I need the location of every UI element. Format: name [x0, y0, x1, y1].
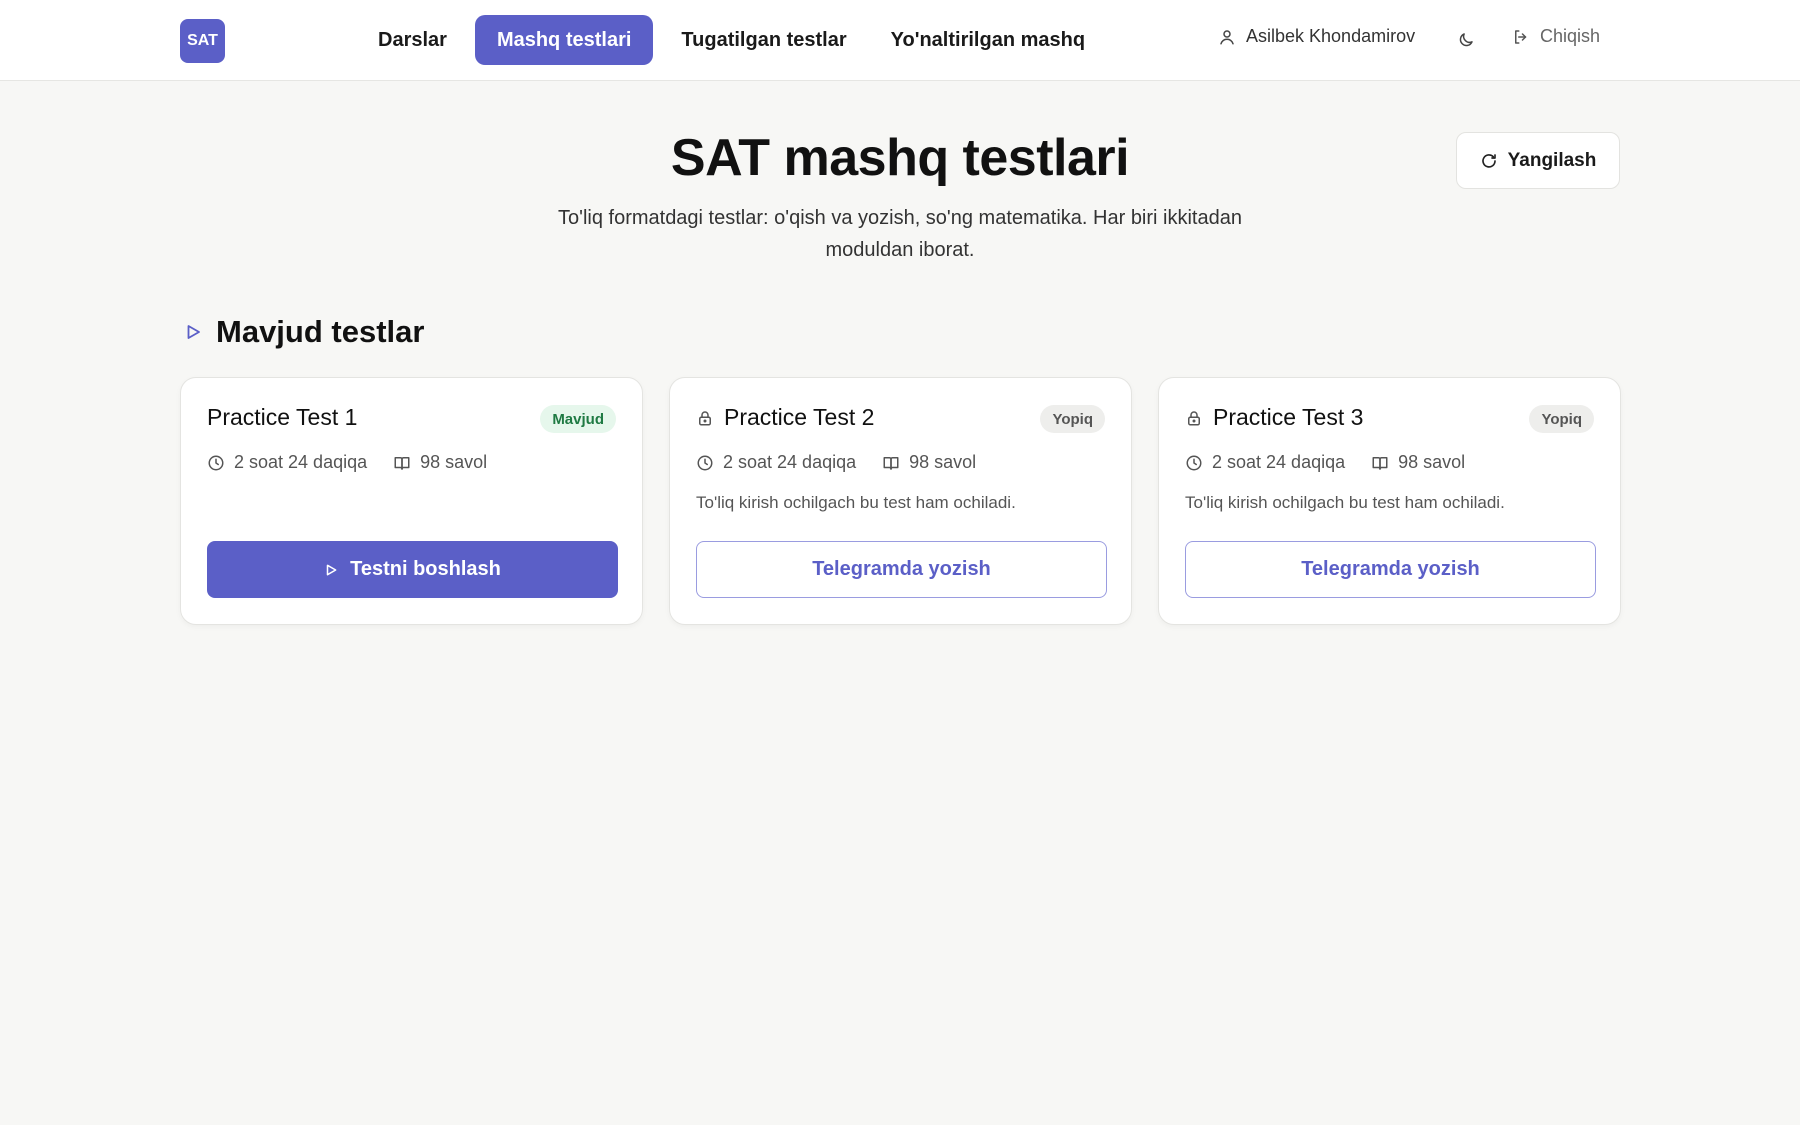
card-title-text: Practice Test 3 [1213, 404, 1364, 430]
card-title-text: Practice Test 1 [207, 404, 358, 430]
logout-label: Chiqish [1540, 26, 1601, 46]
card-meta: 2 soat 24 daqiqa 98 savol [207, 452, 487, 473]
play-icon [184, 323, 202, 341]
main-nav: Darslar Mashq testlari Tugatilgan testla… [356, 15, 1107, 65]
start-test-label: Testni boshlash [350, 558, 501, 580]
sat-logo[interactable]: SAT [180, 19, 225, 63]
test-cards: Practice Test 1 Mavjud 2 soat 24 daqiqa … [180, 377, 1621, 625]
duration: 2 soat 24 daqiqa [1185, 452, 1345, 473]
nav-item-mashq-testlari[interactable]: Mashq testlari [474, 15, 654, 65]
card-description: To'liq kirish ochilgach bu test ham ochi… [696, 493, 1016, 512]
card-title: Practice Test 2 [696, 404, 874, 431]
card-title-text: Practice Test 2 [724, 404, 875, 430]
logout-icon [1512, 28, 1530, 46]
question-count-text: 98 savol [909, 452, 977, 472]
user-name: Asilbek Khondamirov [1246, 26, 1416, 46]
lock-icon [696, 409, 714, 427]
question-count: 98 savol [882, 452, 976, 473]
top-navbar: SAT Darslar Mashq testlari Tugatilgan te… [0, 0, 1800, 81]
duration-text: 2 soat 24 daqiqa [723, 452, 857, 472]
card-meta: 2 soat 24 daqiqa 98 savol [696, 452, 976, 473]
duration: 2 soat 24 daqiqa [207, 452, 367, 473]
start-test-button[interactable]: Testni boshlash [207, 541, 618, 598]
theme-toggle-button[interactable] [1454, 28, 1478, 52]
play-icon [324, 563, 338, 577]
moon-icon [1457, 31, 1475, 49]
status-badge: Yopiq [1529, 405, 1594, 433]
question-count-text: 98 savol [420, 452, 488, 472]
refresh-button[interactable]: Yangilash [1456, 132, 1620, 189]
lock-icon [1185, 409, 1203, 427]
refresh-icon [1480, 152, 1498, 170]
clock-icon [696, 454, 714, 472]
book-icon [1371, 454, 1389, 472]
telegram-button[interactable]: Telegramda yozish [696, 541, 1107, 598]
test-card: Practice Test 1 Mavjud 2 soat 24 daqiqa … [180, 377, 643, 625]
card-title: Practice Test 3 [1185, 404, 1363, 431]
question-count: 98 savol [1371, 452, 1465, 473]
card-title: Practice Test 1 [207, 404, 357, 431]
status-badge: Yopiq [1040, 405, 1105, 433]
user-icon [1218, 28, 1236, 46]
book-icon [882, 454, 900, 472]
refresh-label: Yangilash [1507, 149, 1597, 171]
nav-item-tugatilgan-testlar[interactable]: Tugatilgan testlar [659, 15, 868, 65]
test-card: Practice Test 2 Yopiq 2 soat 24 daqiqa 9… [669, 377, 1132, 625]
test-card: Practice Test 3 Yopiq 2 soat 24 daqiqa 9… [1158, 377, 1621, 625]
question-count-text: 98 savol [1398, 452, 1466, 472]
clock-icon [207, 454, 225, 472]
telegram-button[interactable]: Telegramda yozish [1185, 541, 1596, 598]
duration: 2 soat 24 daqiqa [696, 452, 856, 473]
page-subtitle: To'liq formatdagi testlar: o'qish va yoz… [558, 207, 1242, 261]
book-icon [393, 454, 411, 472]
nav-item-yonaltirilgan-mashq[interactable]: Yo'naltirilgan mashq [869, 15, 1107, 65]
question-count: 98 savol [393, 452, 487, 473]
nav-item-darslar[interactable]: Darslar [356, 15, 469, 65]
user-profile[interactable]: Asilbek Khondamirov [1218, 26, 1415, 47]
card-description: To'liq kirish ochilgach bu test ham ochi… [1185, 493, 1505, 512]
section-title: Mavjud testlar [216, 314, 425, 349]
section-header: Mavjud testlar [184, 314, 424, 350]
duration-text: 2 soat 24 daqiqa [1212, 452, 1346, 472]
clock-icon [1185, 454, 1203, 472]
status-badge: Mavjud [540, 405, 616, 433]
duration-text: 2 soat 24 daqiqa [234, 452, 368, 472]
logout-button[interactable]: Chiqish [1512, 26, 1600, 47]
card-meta: 2 soat 24 daqiqa 98 savol [1185, 452, 1465, 473]
